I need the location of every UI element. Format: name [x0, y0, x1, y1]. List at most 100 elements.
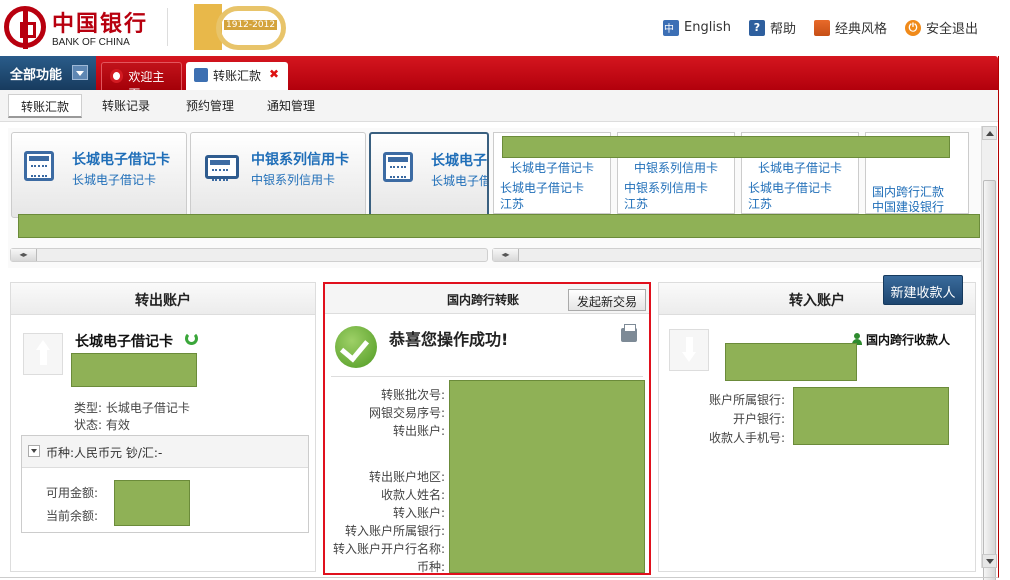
- header-divider: [167, 8, 168, 46]
- tab-transfer-label: 转账汇款: [213, 69, 262, 83]
- help-link[interactable]: ? 帮助: [748, 18, 796, 37]
- centennial-logo: 1912-2012: [194, 4, 289, 52]
- opening-bank-label: 开户银行:: [732, 412, 785, 426]
- payee-account-panel: 转入账户 国内跨行收款人 账户所属银行: 开户银行: 收款人手机号:: [658, 282, 976, 572]
- currency-label: 币种:: [416, 560, 445, 574]
- language-icon: [663, 19, 679, 36]
- help-icon: ?: [748, 19, 765, 36]
- page: 中国银行 BANK OF CHINA 1912-2012 English ? 帮…: [0, 0, 1010, 580]
- scroll-arrows-icon[interactable]: ◂▸: [493, 249, 519, 261]
- logo-english: BANK OF CHINA: [52, 37, 130, 48]
- classic-style-label: 经典风格: [834, 22, 887, 37]
- payee-card-region: 江苏: [500, 197, 525, 211]
- scroll-up-icon[interactable]: [982, 126, 997, 140]
- payee-card-region: 江苏: [748, 197, 773, 211]
- debit-card-icon: [24, 151, 54, 181]
- new-payee-button[interactable]: 新建收款人: [883, 275, 963, 305]
- current-balance-label: 当前余额:: [46, 509, 99, 523]
- transfer-result-panel: 国内跨行转账 发起新交易 恭喜您操作成功! 转账批次号: 网银交易序号: 转出账…: [323, 282, 651, 575]
- redacted-block: [793, 387, 949, 445]
- main-tabbar: 全部功能 欢迎主页 转账汇款 ✖: [0, 56, 998, 101]
- scroll-arrows-icon[interactable]: ◂▸: [11, 249, 37, 261]
- success-check-icon: [335, 326, 377, 368]
- result-title: 国内跨行转账: [447, 293, 520, 307]
- new-transaction-button[interactable]: 发起新交易: [568, 289, 646, 311]
- vertical-scrollbar[interactable]: [981, 126, 997, 580]
- payee-card-type: 长城电子借记卡: [500, 181, 585, 195]
- payee-type: 国内跨行收款人: [851, 331, 950, 348]
- tab-welcome-home[interactable]: 欢迎主页: [101, 62, 182, 101]
- batch-no-label: 转账批次号:: [380, 388, 445, 402]
- chevron-down-icon[interactable]: [72, 65, 88, 80]
- transfer-icon: [194, 68, 208, 82]
- payer-card-selected[interactable]: 长城电子 长城电子借: [369, 132, 489, 218]
- account-card-carousels: 长城电子借记卡 长城电子借记卡 中银系列信用卡 中银系列信用卡 长城电子 长城电…: [8, 128, 982, 268]
- download-arrow-icon: [669, 329, 709, 371]
- payee-account-label: 转入账户:: [392, 506, 445, 520]
- printer-icon[interactable]: [621, 324, 637, 342]
- payee-card-type: 长城电子借记卡: [748, 181, 833, 195]
- bank-logo[interactable]: 中国银行 BANK OF CHINA: [4, 6, 154, 50]
- payee-card-title: 中银系列信用卡: [633, 161, 718, 175]
- payee-bank-label: 账户所属银行:: [708, 393, 785, 407]
- payee-card-title: 长城电子借记卡: [509, 161, 594, 175]
- subnav-transfer-records[interactable]: 转账记录: [102, 97, 150, 114]
- success-message: 恭喜您操作成功!: [389, 330, 509, 349]
- scroll-down-icon[interactable]: [982, 554, 997, 568]
- payee-card-type: 中银系列信用卡: [624, 181, 709, 195]
- logout-link[interactable]: ⏻ 安全退出: [904, 18, 978, 37]
- redacted-block: [449, 380, 645, 573]
- payee-name-label: 收款人姓名:: [380, 488, 445, 502]
- redacted-block: [71, 353, 197, 387]
- refresh-icon[interactable]: [185, 332, 198, 345]
- payee-branch-label: 转入账户开户行名称:: [332, 542, 445, 556]
- available-label: 可用金额:: [46, 486, 99, 500]
- status-label: 状态:: [74, 418, 103, 432]
- payee-card-region: 江苏: [624, 197, 649, 211]
- status-value: 有效: [105, 418, 130, 432]
- payee-card-title: 长城电子借记卡: [757, 161, 842, 175]
- all-functions-menu[interactable]: 全部功能: [0, 56, 96, 90]
- payee-bank-label: 转入账户所属银行:: [344, 524, 445, 538]
- english-label: English: [684, 20, 731, 35]
- ebank-seq-label: 网银交易序号:: [368, 406, 445, 420]
- payee-card-bank: 中国建设银行: [872, 200, 945, 214]
- payee-horizontal-scrollbar[interactable]: ◂▸: [492, 248, 982, 262]
- english-link[interactable]: English: [663, 18, 731, 37]
- redacted-block: [114, 480, 190, 526]
- result-header: 国内跨行转账 发起新交易: [325, 284, 649, 314]
- redacted-block: [725, 343, 857, 381]
- style-icon: [813, 19, 830, 36]
- subnav-scheduled[interactable]: 预约管理: [186, 97, 234, 114]
- scrollbar-thumb[interactable]: [983, 180, 996, 580]
- type-row: 类型: 长城电子借记卡: [74, 399, 190, 416]
- currency-line: 币种:人民币元 钞/汇:-: [46, 446, 163, 460]
- subnav-transfer[interactable]: 转账汇款: [8, 94, 82, 118]
- payer-account-label: 转出账户:: [392, 424, 445, 438]
- logout-label: 安全退出: [925, 22, 978, 37]
- payer-card-debit[interactable]: 长城电子借记卡 长城电子借记卡: [11, 132, 187, 218]
- currency-header[interactable]: 币种:人民币元 钞/汇:-: [22, 436, 308, 468]
- result-divider: [331, 376, 643, 377]
- credit-card-icon: [205, 155, 239, 181]
- redacted-block: [18, 214, 980, 238]
- payer-horizontal-scrollbar[interactable]: ◂▸: [10, 248, 488, 262]
- centennial-years: 1912-2012: [224, 20, 278, 30]
- card-subtitle: 中银系列信用卡: [251, 173, 336, 187]
- balance-box: 币种:人民币元 钞/汇:- 可用金额: 当前余额:: [21, 435, 309, 533]
- card-subtitle: 长城电子借: [431, 174, 489, 188]
- card-title: 长城电子: [431, 153, 487, 169]
- close-icon[interactable]: ✖: [269, 67, 279, 90]
- upload-arrow-icon: [23, 333, 63, 375]
- classic-style-link[interactable]: 经典风格: [813, 18, 887, 37]
- redacted-block: [502, 136, 950, 158]
- payer-panel-title: 转出账户: [11, 283, 315, 315]
- all-functions-label: 全部功能: [10, 68, 63, 83]
- chevron-down-icon[interactable]: [28, 445, 40, 457]
- tab-transfer[interactable]: 转账汇款 ✖: [186, 62, 288, 90]
- subnav-notifications[interactable]: 通知管理: [267, 97, 315, 114]
- payer-card-credit[interactable]: 中银系列信用卡 中银系列信用卡: [190, 132, 366, 218]
- card-title: 长城电子借记卡: [72, 152, 170, 168]
- payee-phone-label: 收款人手机号:: [708, 431, 785, 445]
- status-row: 状态: 有效: [74, 416, 130, 433]
